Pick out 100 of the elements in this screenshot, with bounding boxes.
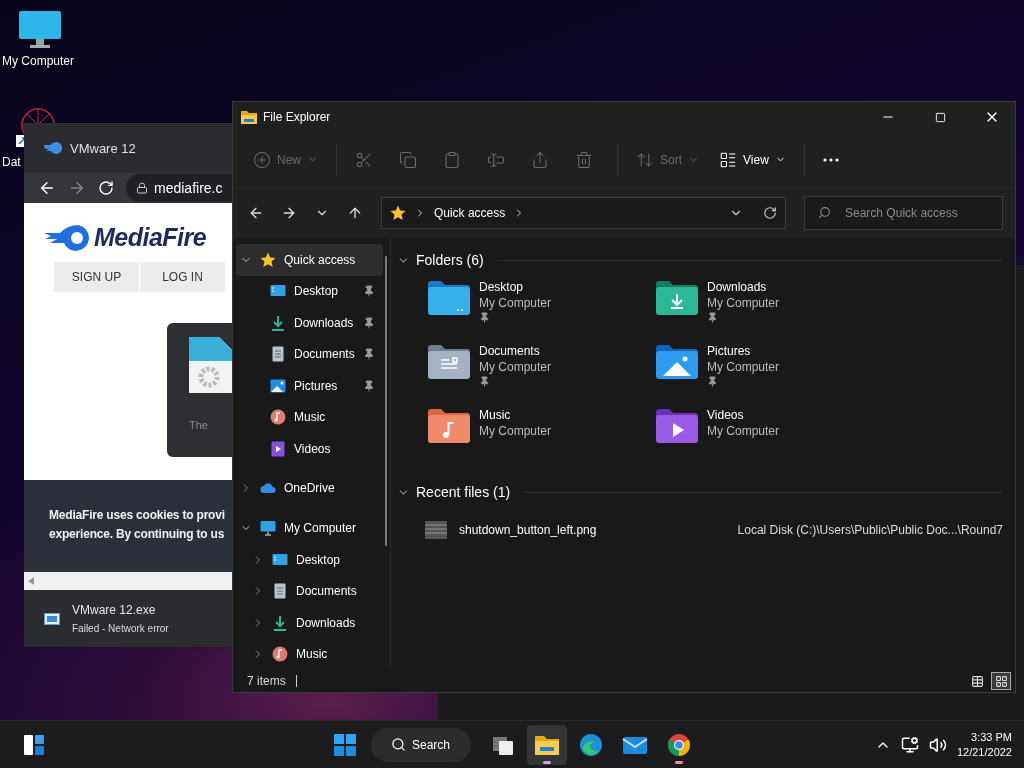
- nav-label: Videos: [294, 441, 332, 456]
- video-icon: [270, 440, 286, 457]
- folder-name: Documents: [479, 344, 541, 358]
- nav-item[interactable]: Music: [236, 401, 383, 434]
- card-text: The: [189, 419, 208, 431]
- downloads-folder-icon: [655, 280, 699, 316]
- folder-location: My Computer: [479, 296, 552, 310]
- videos-folder-icon: [655, 408, 699, 444]
- date-text: 12/21/2022: [956, 746, 1012, 758]
- maximize-icon: [934, 111, 946, 123]
- folder-icon: [241, 110, 257, 124]
- section-title: Folders (6): [416, 252, 484, 268]
- download-name[interactable]: VMware 12.exe: [72, 603, 169, 617]
- address-bar[interactable]: Quick access: [380, 197, 786, 229]
- desktop-folder-icon: [427, 280, 471, 316]
- document-icon: [270, 346, 286, 363]
- monitor-icon: [260, 520, 276, 536]
- volume-icon[interactable]: [928, 735, 947, 754]
- forward-icon[interactable]: [68, 179, 86, 197]
- nav-item[interactable]: Downloads: [236, 606, 383, 639]
- breadcrumb[interactable]: Quick access: [433, 206, 506, 220]
- folder-location: My Computer: [707, 296, 780, 310]
- image-file-icon: [425, 521, 447, 539]
- file-explorer-button[interactable]: [527, 724, 567, 765]
- cookie-text: MediaFire uses cookies to provi: [49, 508, 226, 522]
- nav-label: Desktop: [296, 552, 342, 567]
- nav-label: Desktop: [294, 284, 340, 299]
- nav-label: Music: [296, 647, 329, 662]
- nav-item[interactable]: My Computer: [236, 512, 383, 544]
- desktop-icon-label: Dat: [2, 155, 21, 169]
- network-icon[interactable]: [900, 735, 919, 754]
- scrollbar-thumb[interactable]: [385, 256, 388, 546]
- edge-icon: [579, 732, 603, 757]
- nav-item[interactable]: Videos: [236, 433, 383, 465]
- computer-icon[interactable]: [18, 10, 62, 50]
- desktop-icon-label: My Computer: [2, 54, 75, 68]
- flame-icon: [44, 142, 62, 154]
- download-icon: [272, 614, 288, 631]
- time-text: 3:33 PM: [971, 731, 1012, 743]
- back-icon[interactable]: [38, 179, 56, 197]
- folder-name: Music: [479, 408, 512, 422]
- details-icon: [970, 674, 984, 688]
- url-text: mediafire.c: [154, 180, 223, 196]
- nav-item[interactable]: Desktop: [236, 543, 383, 576]
- nav-label: Quick access: [284, 252, 357, 267]
- folder-tile[interactable]: Desktop My Computer: [427, 280, 655, 344]
- folder-tile[interactable]: Downloads My Computer: [655, 280, 883, 344]
- folder-tile[interactable]: Documents My Computer: [427, 344, 655, 408]
- download-icon: [270, 314, 286, 331]
- file-name[interactable]: shutdown_button_left.png: [459, 523, 726, 537]
- tiles-view-button[interactable]: [991, 672, 1011, 690]
- folder-name: Desktop: [479, 280, 525, 294]
- folder-location: My Computer: [707, 360, 780, 374]
- star-icon: [389, 205, 406, 221]
- search-icon: [391, 737, 406, 752]
- nav-label: Pictures: [294, 378, 339, 393]
- music-icon: [270, 409, 286, 426]
- nav-label: My Computer: [284, 521, 358, 535]
- address-bar[interactable]: mediafire.c: [126, 174, 232, 202]
- nav-label: Music: [294, 410, 327, 425]
- nav-item[interactable]: Quick access: [236, 244, 383, 276]
- search-icon: [818, 206, 831, 219]
- download-status: Failed - Network error: [72, 623, 169, 634]
- folder-location: My Computer: [707, 424, 780, 438]
- clock[interactable]: 3:33 PM 12/21/2022: [956, 731, 1012, 758]
- reload-icon[interactable]: [98, 180, 114, 196]
- music-folder-icon: [427, 408, 471, 444]
- nav-item[interactable]: Downloads: [236, 307, 383, 339]
- view-button[interactable]: View: [711, 141, 794, 178]
- folder-tile[interactable]: Music My Computer: [427, 408, 655, 472]
- folder-tile[interactable]: Videos My Computer: [655, 408, 883, 472]
- tab-title[interactable]: VMware 12: [70, 140, 136, 156]
- search-button[interactable]: Search: [371, 727, 471, 762]
- nav-item[interactable]: Documents: [236, 338, 383, 371]
- nav-item[interactable]: Desktop: [236, 275, 383, 308]
- nav-item[interactable]: Documents: [236, 575, 383, 607]
- nav-item[interactable]: Music: [236, 638, 383, 670]
- tiles-icon: [994, 674, 1008, 688]
- nav-link-button[interactable]: SIGN UP: [54, 262, 140, 292]
- picture-icon: [270, 377, 286, 394]
- search-field[interactable]: Search Quick access: [804, 196, 1003, 230]
- section-title: Recent files (1): [416, 484, 511, 500]
- nav-link-button[interactable]: LOG IN: [140, 262, 226, 292]
- window-title: File Explorer: [263, 110, 332, 124]
- folder-name: Pictures: [707, 344, 752, 358]
- document-icon: [272, 583, 288, 600]
- music-icon: [272, 646, 288, 663]
- nav-label: OneDrive: [284, 481, 336, 496]
- refresh-icon[interactable]: [763, 206, 777, 220]
- folder-name: Downloads: [707, 280, 768, 294]
- documents-folder-icon: [427, 344, 471, 380]
- widgets-icon: [22, 732, 46, 757]
- cookie-text: experience. By continuing to us: [49, 527, 226, 541]
- flame-icon: [44, 224, 90, 251]
- star-icon: [260, 251, 276, 268]
- nav-item[interactable]: Pictures: [236, 370, 383, 402]
- installer-icon: [44, 612, 60, 625]
- nav-item[interactable]: OneDrive: [236, 472, 383, 505]
- folder-tile[interactable]: Pictures My Computer: [655, 344, 883, 408]
- file-path: Local Disk (C:)\Users\Public\Public Doc...\Round7: [737, 523, 1003, 537]
